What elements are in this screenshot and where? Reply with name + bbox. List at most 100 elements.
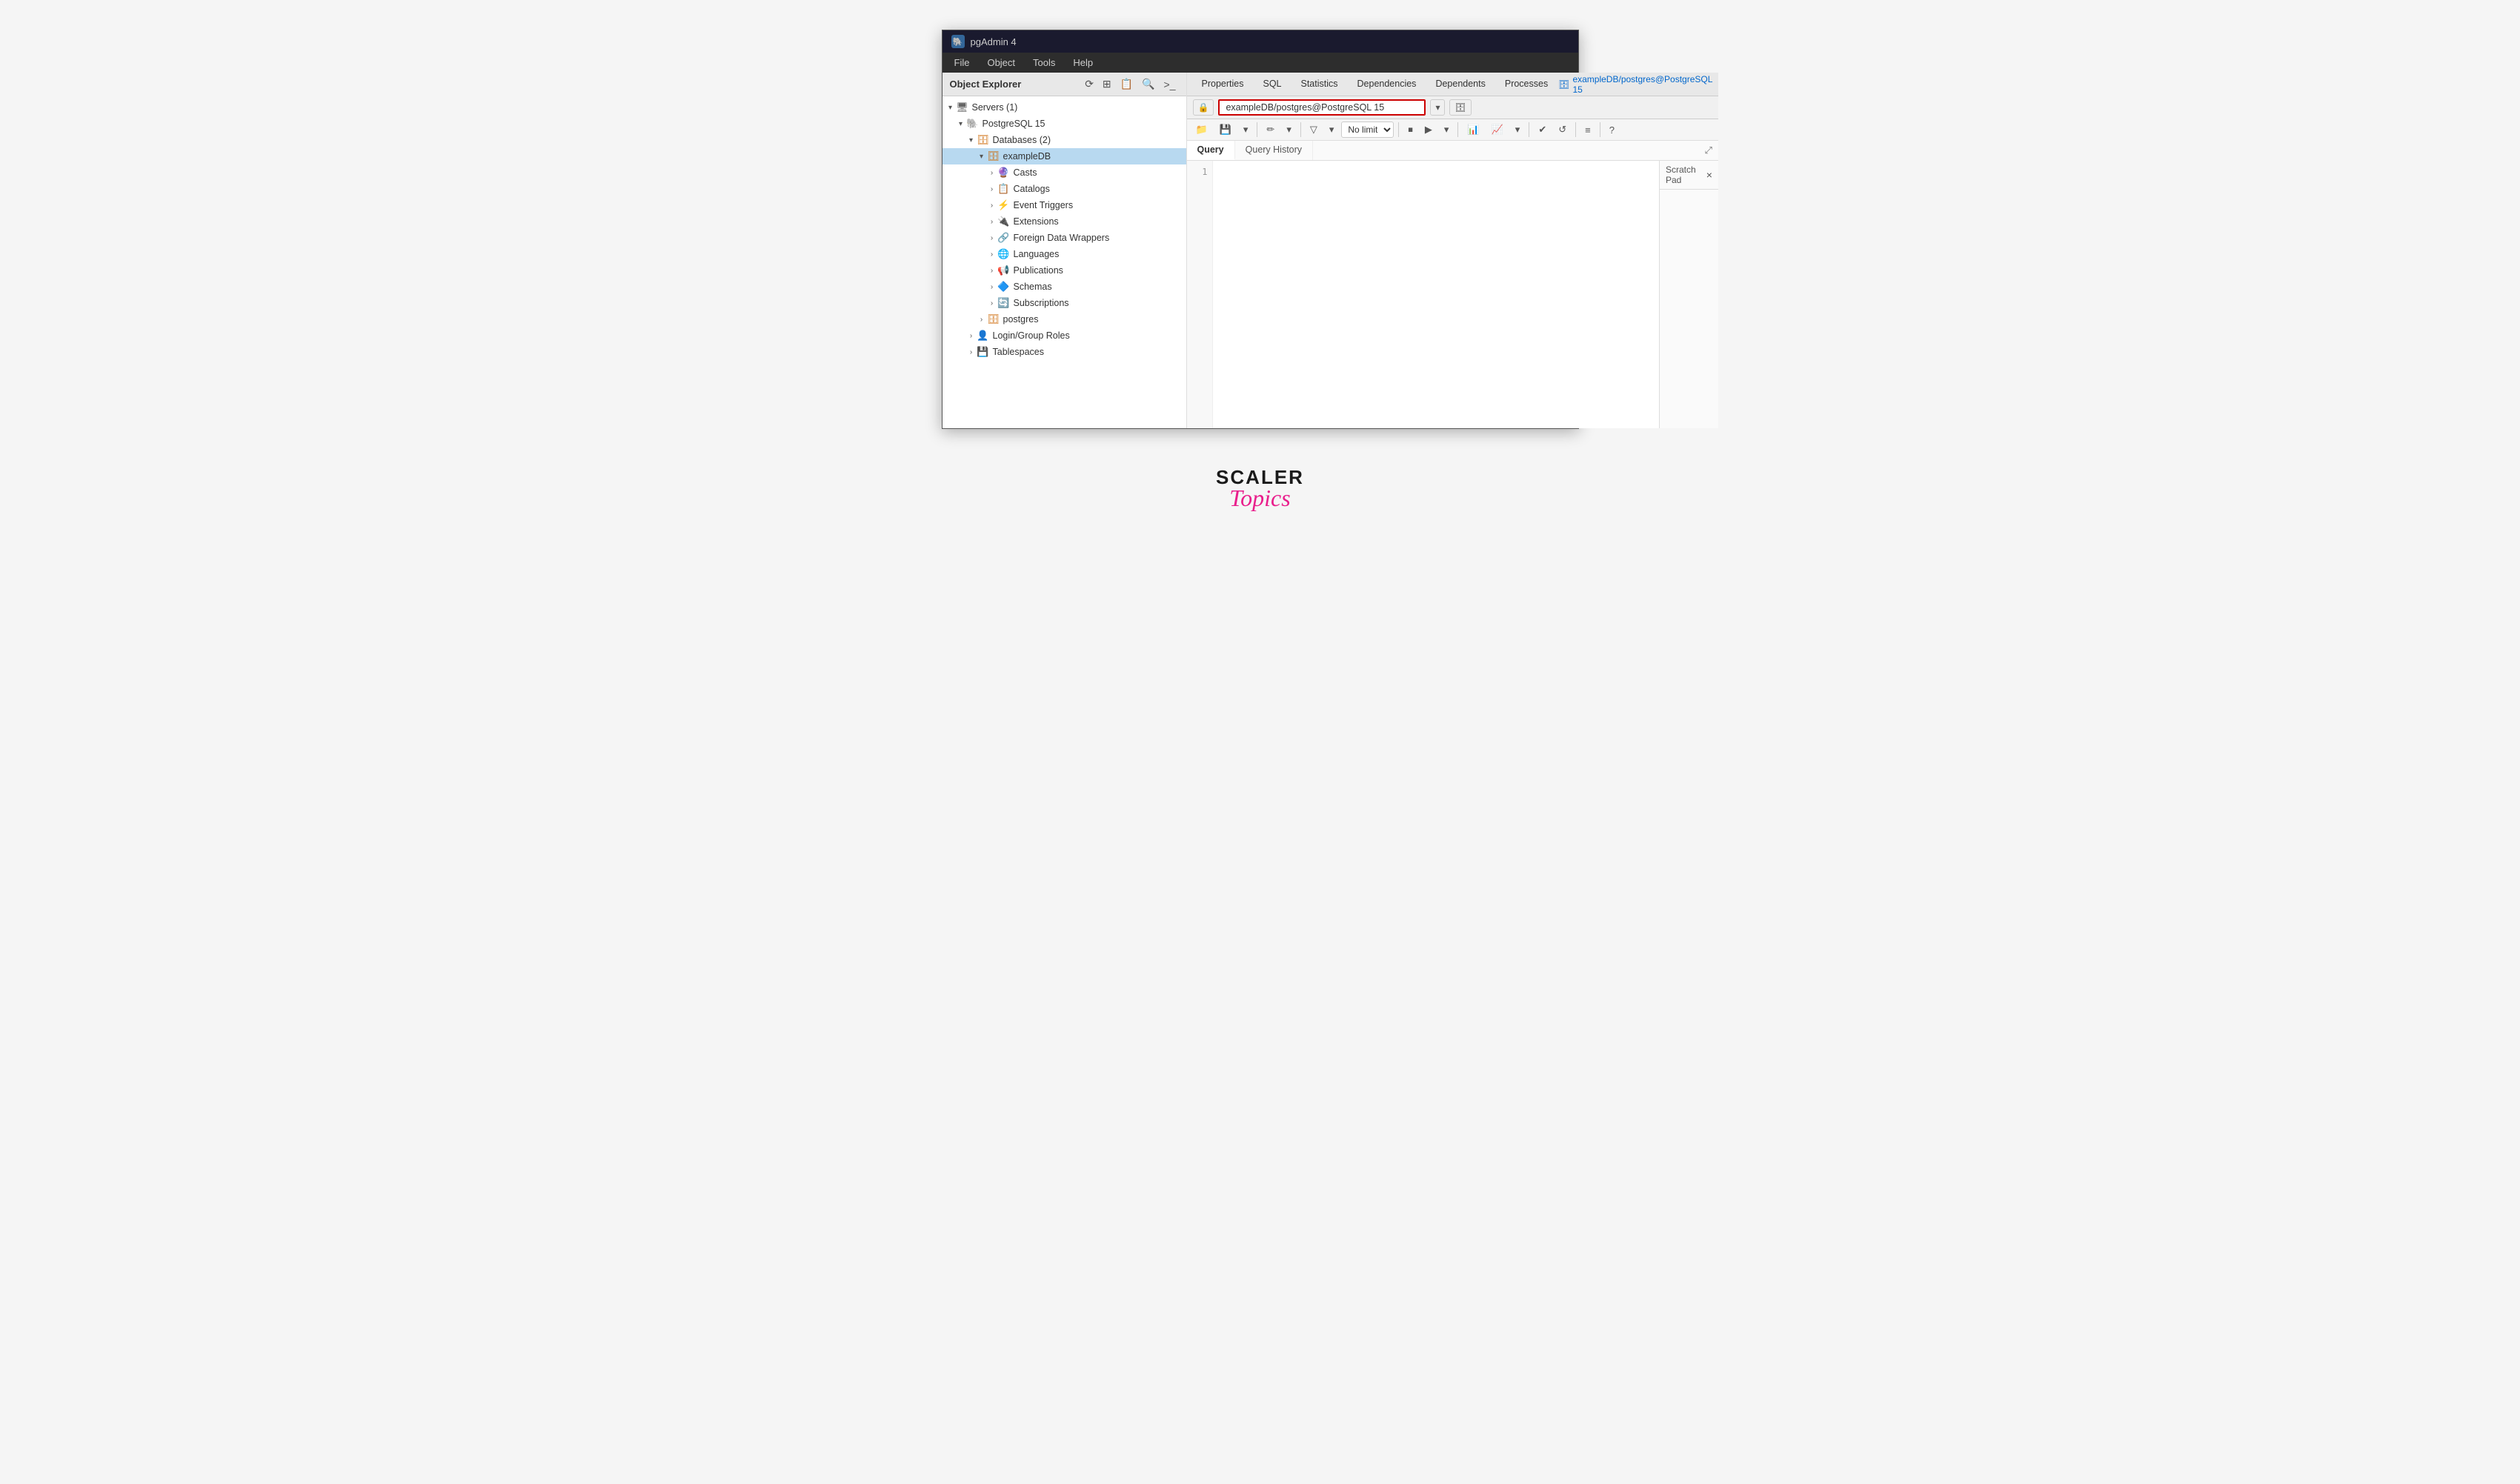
extensions-icon: 🔌	[997, 215, 1011, 228]
menu-file[interactable]: File	[951, 56, 973, 70]
toggle-pg15[interactable]: ▾	[956, 120, 966, 128]
tree-item-catalogs[interactable]: › 📋 Catalogs	[942, 181, 1186, 197]
qt-format-btn[interactable]: ✏	[1262, 122, 1279, 138]
tree-item-login-roles[interactable]: › 👤 Login/Group Roles	[942, 327, 1186, 344]
qt-commit-btn[interactable]: ✔	[1534, 122, 1551, 138]
oe-grid-btn[interactable]: ⊞	[1100, 76, 1114, 92]
pg15-label: PostgreSQL 15	[983, 119, 1045, 129]
qt-rollback-btn[interactable]: ↺	[1554, 122, 1571, 138]
qt-save-btn[interactable]: 💾	[1215, 122, 1236, 138]
databases-label: Databases (2)	[993, 135, 1051, 145]
qt-sep-4	[1457, 122, 1458, 137]
toggle-tablespaces[interactable]: ›	[966, 348, 977, 356]
oe-copy-btn[interactable]: 📋	[1117, 76, 1136, 92]
toggle-databases[interactable]: ▾	[966, 136, 977, 144]
tab-sql[interactable]: SQL	[1254, 74, 1290, 95]
editor-content[interactable]	[1213, 161, 1659, 428]
oe-terminal-btn[interactable]: >_	[1161, 76, 1179, 92]
connection-lock-btn[interactable]: 🔒	[1193, 99, 1214, 116]
login-roles-label: Login/Group Roles	[993, 330, 1070, 341]
scratch-pad-title: Scratch Pad	[1666, 164, 1706, 185]
query-toolbar: 📁 💾 ▾ ✏ ▾ ▽ ▾ No limit 10 100 1000	[1187, 119, 1718, 141]
tab-dependencies[interactable]: Dependencies	[1349, 74, 1426, 95]
servers-icon: 🖥	[956, 101, 969, 114]
qt-run-btn[interactable]: ▶	[1420, 122, 1437, 138]
connection-refresh-btn[interactable]: 🗄	[1449, 99, 1471, 116]
subscriptions-icon: 🔄	[997, 296, 1011, 310]
qt-macros-btn[interactable]: ≡	[1580, 122, 1595, 138]
tree-item-databases[interactable]: ▾ 🗄 Databases (2)	[942, 132, 1186, 148]
oe-header: Object Explorer ⟳ ⊞ 📋 🔍 >_	[942, 73, 1186, 96]
toggle-event-triggers[interactable]: ›	[987, 202, 997, 210]
tree-item-languages[interactable]: › 🌐 Languages	[942, 246, 1186, 262]
qt-chart-btn[interactable]: 📈	[1487, 122, 1508, 138]
tree-item-extensions[interactable]: › 🔌 Extensions	[942, 213, 1186, 230]
qt-format-dropdown[interactable]: ▾	[1282, 122, 1296, 138]
toggle-servers[interactable]: ▾	[945, 104, 956, 112]
query-tab-history[interactable]: Query History	[1235, 141, 1313, 160]
toggle-subscriptions[interactable]: ›	[987, 299, 997, 307]
query-tool-tab-label: exampleDB/postgres@PostgreSQL 15	[1572, 74, 1712, 95]
catalogs-label: Catalogs	[1014, 184, 1050, 194]
qt-sep-2	[1300, 122, 1301, 137]
tree-item-publications[interactable]: › 📢 Publications	[942, 262, 1186, 279]
oe-search-btn[interactable]: 🔍	[1139, 76, 1157, 92]
tree-item-schemas[interactable]: › 🔷 Schemas	[942, 279, 1186, 295]
query-expand-btn[interactable]: ⤢	[1699, 141, 1718, 160]
scratch-pad-close[interactable]: ×	[1706, 169, 1712, 181]
tree-item-exampledb[interactable]: ▾ 🗄 exampleDB	[942, 148, 1186, 164]
qt-run-dropdown[interactable]: ▾	[1440, 122, 1454, 138]
tablespaces-label: Tablespaces	[993, 347, 1045, 357]
tree-item-servers[interactable]: ▾ 🖥 Servers (1)	[942, 99, 1186, 116]
qt-limit-select[interactable]: No limit 10 100 1000	[1341, 122, 1394, 138]
top-tab-bar: Properties SQL Statistics Dependencies D…	[1187, 73, 1718, 96]
tree-item-subscriptions[interactable]: › 🔄 Subscriptions	[942, 295, 1186, 311]
casts-icon: 🔮	[997, 166, 1011, 179]
tab-properties[interactable]: Properties	[1193, 74, 1253, 95]
oe-title: Object Explorer	[950, 79, 1022, 90]
line-number-1: 1	[1191, 167, 1208, 177]
qt-save-dropdown[interactable]: ▾	[1239, 122, 1253, 138]
qt-chart-dropdown[interactable]: ▾	[1511, 122, 1525, 138]
toggle-exampledb[interactable]: ▾	[977, 153, 987, 161]
tree-item-event-triggers[interactable]: › ⚡ Event Triggers	[942, 197, 1186, 213]
toggle-casts[interactable]: ›	[987, 169, 997, 177]
toggle-languages[interactable]: ›	[987, 250, 997, 259]
object-explorer-panel: Object Explorer ⟳ ⊞ 📋 🔍 >_ ▾ 🖥 Servers (…	[942, 73, 1187, 428]
qt-explain-btn[interactable]: 📊	[1463, 122, 1483, 138]
tree-item-postgres[interactable]: › 🗄 postgres	[942, 311, 1186, 327]
scratch-pad-header: Scratch Pad ×	[1660, 161, 1718, 190]
toggle-schemas[interactable]: ›	[987, 283, 997, 291]
tree-item-fdw[interactable]: › 🔗 Foreign Data Wrappers	[942, 230, 1186, 246]
postgres-label: postgres	[1003, 314, 1039, 325]
connection-input[interactable]	[1226, 102, 1418, 113]
tree-item-postgresql15[interactable]: ▾ 🐘 PostgreSQL 15	[942, 116, 1186, 132]
qt-stop-btn[interactable]: ⏹	[1403, 122, 1417, 138]
toggle-extensions[interactable]: ›	[987, 218, 997, 226]
oe-refresh-btn[interactable]: ⟳	[1082, 76, 1097, 92]
tree-item-tablespaces[interactable]: › 💾 Tablespaces	[942, 344, 1186, 360]
menu-help[interactable]: Help	[1070, 56, 1096, 70]
tab-processes[interactable]: Processes	[1496, 74, 1557, 95]
topics-title: Topics	[1229, 486, 1290, 510]
menu-tools[interactable]: Tools	[1030, 56, 1058, 70]
qt-filter-btn[interactable]: ▽	[1306, 122, 1322, 138]
toggle-login-roles[interactable]: ›	[966, 332, 977, 340]
query-tab-query[interactable]: Query	[1187, 141, 1235, 160]
tab-statistics[interactable]: Statistics	[1292, 74, 1347, 95]
publications-icon: 📢	[997, 264, 1011, 277]
tree-item-casts[interactable]: › 🔮 Casts	[942, 164, 1186, 181]
tab-dependents[interactable]: Dependents	[1426, 74, 1494, 95]
qt-help-btn[interactable]: ?	[1605, 122, 1619, 138]
qt-open-btn[interactable]: 📁	[1191, 122, 1212, 138]
oe-toolbar: ⟳ ⊞ 📋 🔍 >_	[1082, 76, 1178, 92]
toggle-fdw[interactable]: ›	[987, 234, 997, 242]
menu-object[interactable]: Object	[984, 56, 1018, 70]
qt-filter-dropdown[interactable]: ▾	[1325, 122, 1339, 138]
toggle-catalogs[interactable]: ›	[987, 185, 997, 193]
fdw-label: Foreign Data Wrappers	[1014, 233, 1110, 243]
query-tool-tab[interactable]: 🗄 exampleDB/postgres@PostgreSQL 15	[1558, 74, 1712, 95]
toggle-publications[interactable]: ›	[987, 267, 997, 275]
toggle-postgres[interactable]: ›	[977, 316, 987, 324]
connection-dropdown-btn[interactable]: ▾	[1430, 99, 1445, 116]
